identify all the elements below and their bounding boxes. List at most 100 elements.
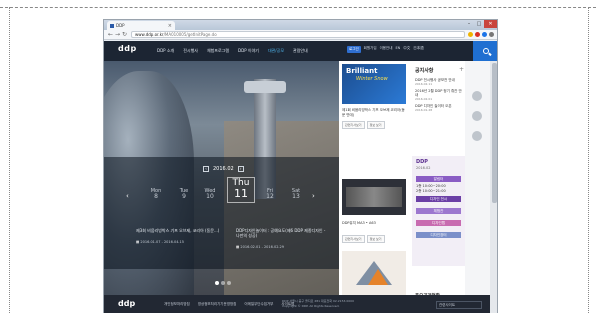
footer-link-cctv[interactable]: 영상정보처리기기운영방침 (198, 302, 237, 307)
ddp-logo[interactable]: ddp (118, 44, 137, 53)
content-column-middle: Brilliant Winter Snow 제1회 비움리빙박스 기프 오브제 … (339, 61, 409, 313)
day-number: 13 (292, 193, 300, 200)
prev-day-icon[interactable]: ‹ (126, 192, 129, 200)
poster-card[interactable] (342, 251, 406, 295)
notice-more-button[interactable]: + (459, 66, 464, 73)
browser-tab[interactable]: DDP × (107, 21, 175, 30)
card-caption[interactable]: DDP유지 MA3 • A63 (342, 221, 406, 226)
hero-tower-top (244, 81, 286, 93)
winter-banner[interactable]: Brilliant Winter Snow (342, 64, 406, 104)
search-icon (483, 48, 489, 54)
event-photo (346, 187, 402, 207)
favicon-icon (110, 23, 114, 28)
extension-icon[interactable] (482, 32, 487, 37)
family-site-select[interactable]: 관련사이트 (436, 301, 482, 309)
pager-dot[interactable] (215, 281, 219, 285)
url-host: www.ddp.or.kr (135, 32, 164, 37)
join-link[interactable]: 회원가입 (364, 46, 377, 53)
tab-close-icon[interactable]: × (168, 23, 172, 29)
notice-title: 공지사항 (415, 68, 434, 74)
detail-button[interactable]: 관련기사보기 (342, 121, 365, 129)
detail-button[interactable]: 관련기사보기 (342, 235, 365, 243)
footer-address: DDP 서울시 중구 을지로 281 대표전화 02.2153.0000 Cop… (282, 299, 402, 308)
minimize-button[interactable]: – (464, 20, 474, 28)
gnb-item-rental[interactable]: 대관/공모 (268, 48, 284, 54)
browser-titlebar: DDP × – □ ✕ (104, 20, 497, 30)
page-right-dotted-line (588, 7, 589, 313)
site-footer: ddp 개인정보처리방침 영상정보처리기기운영방침 이메일무단수집거부 사이트맵… (104, 295, 490, 313)
gnb-item-visit[interactable]: 관람안내 (293, 48, 308, 54)
site-header: ddp DDP 소개 전시행사 체험프로그램 DDP 이야기 대관/공모 관람안… (104, 41, 497, 61)
lang-cn-link[interactable]: 中文 (403, 46, 410, 53)
banner-title: Brilliant (346, 67, 378, 75)
info-button[interactable]: 정보 보기 (366, 121, 385, 129)
browser-window: DDP × – □ ✕ ← → ↻ www.ddp.or.kr/MA010005… (103, 19, 498, 313)
footer-link-email[interactable]: 이메일무단수집거부 (244, 302, 273, 307)
menu-icon[interactable] (489, 32, 494, 37)
search-button[interactable] (473, 41, 497, 61)
close-window-button[interactable]: ✕ (484, 20, 497, 28)
gnb-item-story[interactable]: DDP 이야기 (238, 48, 259, 54)
maximize-button[interactable]: □ (474, 20, 484, 28)
notice-item[interactable]: 2016년 2월 DDP 정기 휴관 안내 (415, 89, 463, 97)
day-mon[interactable]: Mon 8 (146, 189, 166, 200)
extension-icon[interactable] (475, 32, 480, 37)
quick-menu-icon[interactable] (472, 111, 482, 121)
day-fri[interactable]: Fri 12 (260, 189, 280, 200)
logo-text: ddp (118, 44, 137, 53)
card-buttons: 관련기사보기 정보 보기 (342, 121, 385, 129)
day-number: 12 (266, 193, 274, 200)
notice-date: 2016.01.28 (415, 108, 433, 112)
gnb-item-exhibition[interactable]: 전시행사 (183, 48, 198, 54)
prev-month-icon[interactable]: ‹ (203, 166, 209, 172)
event-date: 2016.02.01 - 2016.02.29 (236, 245, 326, 249)
forward-icon[interactable]: → (114, 31, 121, 38)
next-day-icon[interactable]: › (312, 192, 315, 200)
schedule-bar[interactable]: 체험관 (416, 208, 461, 214)
page-scrollbar[interactable] (490, 61, 497, 313)
schedule-bar[interactable]: 디자인장터 (416, 232, 461, 238)
content-column-right: 공지사항 + DDP 전시행사 공모전 안내 2016.02.11 2016년 … (409, 61, 465, 313)
day-sat[interactable]: Sat 13 (286, 189, 306, 200)
schedule-bar[interactable]: 디자인랩 (416, 220, 461, 226)
card-caption[interactable]: 제1회 비움리빙박스 기프 오브제 코리아(동문 만데) (342, 108, 406, 117)
quick-menu (465, 61, 490, 313)
event-photo-card[interactable] (342, 179, 406, 215)
star-icon[interactable] (468, 32, 473, 37)
day-tue[interactable]: Tue 9 (174, 189, 194, 200)
day-number: 10 (206, 193, 214, 200)
day-wed[interactable]: Wed 10 (200, 189, 220, 200)
next-month-icon[interactable]: › (237, 166, 244, 172)
quick-menu-icon[interactable] (472, 131, 482, 141)
reload-icon[interactable]: ↻ (121, 31, 128, 38)
day-thu-selected[interactable]: Thu 11 (227, 177, 255, 203)
extension-icons (468, 32, 494, 37)
schedule-bar[interactable]: 디자인 전시 (416, 196, 461, 202)
info-button[interactable]: 정보 보기 (366, 235, 385, 243)
footer-link-privacy[interactable]: 개인정보처리방침 (164, 302, 190, 307)
login-link[interactable]: 로그인 (347, 46, 361, 53)
event-item[interactable]: DDP디자인놀이터 : 공예요도(제6 DDP 제종디자인 - 나만의 성공) … (236, 228, 326, 249)
back-icon[interactable]: ← (107, 31, 114, 38)
calendar-overlay (104, 157, 339, 269)
lang-jp-link[interactable]: 日本語 (413, 46, 424, 53)
pager-dot[interactable] (227, 281, 231, 285)
notice-date: 2016.02.01 (415, 97, 433, 101)
tab-title: DDP (116, 23, 125, 28)
hero-visual: ‹ 2016.02 › ‹ Mon 8 Tue 9 Wed 10 Thu 11 Fri 1… (104, 61, 339, 313)
pager-dot[interactable] (221, 281, 225, 285)
gnb-item-about[interactable]: DDP 소개 (157, 48, 174, 54)
gnb-item-program[interactable]: 체험프로그램 (207, 48, 229, 54)
card-buttons: 관련기사보기 정보 보기 (342, 235, 385, 243)
url-input[interactable]: www.ddp.or.kr/MA010005/getInitPage.do (131, 31, 465, 38)
schedule-bar[interactable]: 알림터 (416, 176, 461, 182)
footer-logo[interactable]: ddp (118, 299, 135, 308)
quick-menu-icon[interactable] (472, 91, 482, 101)
schedule-row: 2층 10:00~21:00 (416, 189, 446, 193)
schedule-panel: DDP 2016.02 알림터 1층 10:00~20:00 2층 10:00~… (412, 156, 465, 266)
ddp-website: ddp DDP 소개 전시행사 체험프로그램 DDP 이야기 대관/공모 관람안… (104, 41, 497, 313)
lang-en-link[interactable]: EN (395, 46, 400, 53)
event-item[interactable]: 제3회 비움리빙박스 기프 오브제, 코리아 (동문...) 2016.01.0… (136, 228, 226, 244)
scrollbar-thumb[interactable] (492, 63, 497, 203)
guide-link[interactable]: 이용안내 (380, 46, 393, 53)
